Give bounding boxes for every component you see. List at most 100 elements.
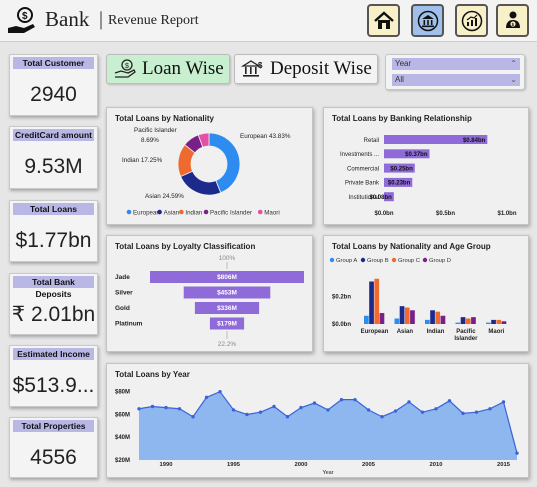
y-tick-label: $0.2bn (332, 295, 351, 301)
x-tick-label: 2005 (362, 462, 376, 468)
legend-label: Pacific Islander (210, 209, 252, 216)
data-label: $0.08bn (369, 195, 392, 201)
column-bar (460, 317, 466, 324)
page-title: Revenue Report (108, 13, 199, 28)
slice-label: 8.69% (141, 137, 159, 144)
category-label: Investments ... (340, 152, 379, 158)
legend-label: Group A (336, 258, 357, 264)
y-tick-label: $0.0bn (332, 322, 351, 328)
data-point (272, 404, 276, 409)
x-tick-label: $0.0bn (374, 211, 393, 217)
data-point (366, 408, 371, 412)
data-point (204, 395, 209, 400)
category-label: Jade (115, 274, 130, 281)
kpi-value: 2940 (30, 83, 77, 106)
chart-card-loyalty: Total Loans by Loyalty Classification 10… (106, 235, 313, 352)
legend-label: Group B (367, 258, 389, 264)
category-label: Private Bank (345, 181, 380, 187)
column-bar (364, 315, 369, 324)
kpi-total-properties: Total Properties 4556 (9, 417, 98, 478)
column-bar (440, 315, 446, 324)
data-point (353, 397, 357, 402)
category-label: Retail (364, 138, 379, 144)
deposit-wise-button[interactable]: $ Deposit Wise (234, 54, 378, 84)
data-point (474, 410, 479, 414)
x-tick-label: 2000 (295, 462, 308, 468)
chart-icon (461, 10, 482, 31)
data-point (420, 410, 425, 414)
slice-label: Indian 17.25% (122, 157, 163, 164)
year-dropdown[interactable]: All ⌄ (392, 74, 520, 86)
kpi-total-loans: Total Loans $1.77bn (9, 200, 98, 262)
donut-slice (180, 170, 222, 196)
legend-label: Maori (264, 209, 279, 216)
brand-name: Bank (45, 7, 90, 31)
deposit-wise-label: Deposit Wise (270, 58, 372, 79)
kpi-total-bank-deposits: Total Bank Deposits ₹ 2.01bn (9, 273, 98, 335)
chevron-down-icon: ⌄ (510, 75, 517, 84)
legend-dot (329, 257, 335, 263)
legend-dot (360, 257, 366, 263)
nav-customer-button[interactable]: $ (496, 4, 529, 37)
nav-home-button[interactable] (367, 4, 400, 37)
data-point (326, 408, 330, 412)
column-bar (369, 281, 374, 324)
data-point (339, 397, 344, 402)
year-dropdown-header[interactable]: Year ⌃ (392, 58, 520, 70)
chart-card-nationality: Total Loans by Nationality European 43.8… (106, 107, 313, 225)
legend-label: Group C (398, 258, 420, 264)
slice-label: Pacific Islander (134, 127, 177, 134)
legend-dot (126, 209, 132, 215)
nav-chart-button[interactable] (455, 4, 488, 37)
kpi-value: ₹ 2.01bn (11, 303, 96, 326)
data-point (407, 400, 411, 404)
x-tick-label: $0.5bn (436, 211, 455, 217)
x-axis-title: Year (322, 470, 333, 476)
column-bar (496, 319, 502, 324)
legend-dot (157, 209, 162, 215)
hand-money-icon: $ (114, 59, 136, 78)
svg-text:$: $ (22, 11, 28, 22)
kpi-value: $513.9... (12, 374, 95, 397)
nav-bank-button[interactable] (411, 4, 444, 37)
loan-wise-button[interactable]: $ Loan Wise (106, 54, 230, 84)
column-bar (399, 306, 405, 324)
data-point (447, 399, 452, 403)
year-value: All (395, 75, 404, 84)
chevron-up-icon: ⌃ (510, 59, 517, 68)
data-point (501, 400, 506, 404)
data-label: $806M (217, 274, 237, 281)
y-tick-label: $20M (115, 458, 130, 464)
kpi-label: CreditCard amount (13, 129, 94, 141)
kpi-total-customer: Total Customer 2940 (9, 54, 98, 116)
x-tick-label: 2015 (497, 462, 511, 468)
category-label: Pacific (456, 329, 476, 335)
column-bar (404, 307, 410, 324)
column-bar (465, 318, 471, 324)
legend-dot (391, 257, 397, 263)
svg-text:$: $ (258, 61, 263, 70)
loyalty-funnel-chart: 100% Jade $806M Silver $453M Gold $336M Platinu… (115, 255, 304, 348)
y-tick-label: $60M (115, 412, 130, 418)
data-point (164, 405, 168, 410)
data-label: $0.37bn (405, 152, 428, 158)
kpi-creditcard-amount: CreditCard amount 9.53M (9, 126, 98, 189)
legend-label: Asian (164, 209, 180, 216)
category-label: Platinum (115, 321, 143, 328)
chart-card-relationship: Total Loans by Banking Relationship Reta… (323, 107, 529, 225)
slice-label: European 43.83% (240, 133, 291, 140)
category-label: Gold (115, 305, 130, 312)
year-slicer: Year ⌃ All ⌄ (385, 54, 525, 90)
legend-dot (422, 257, 428, 263)
kpi-label: Total Loans (13, 203, 94, 215)
column-bar (455, 322, 461, 324)
column-bar (394, 318, 400, 324)
data-point (191, 415, 195, 419)
bank-logo-icon: $ (8, 7, 35, 33)
header-bar: $ Bank | Revenue Report $ (0, 0, 537, 42)
funnel-top-percent: 100% (219, 255, 236, 262)
column-bar (486, 322, 491, 324)
legend-dot (179, 209, 184, 215)
title-separator: | (99, 8, 104, 30)
kpi-value: 9.53M (24, 155, 83, 178)
